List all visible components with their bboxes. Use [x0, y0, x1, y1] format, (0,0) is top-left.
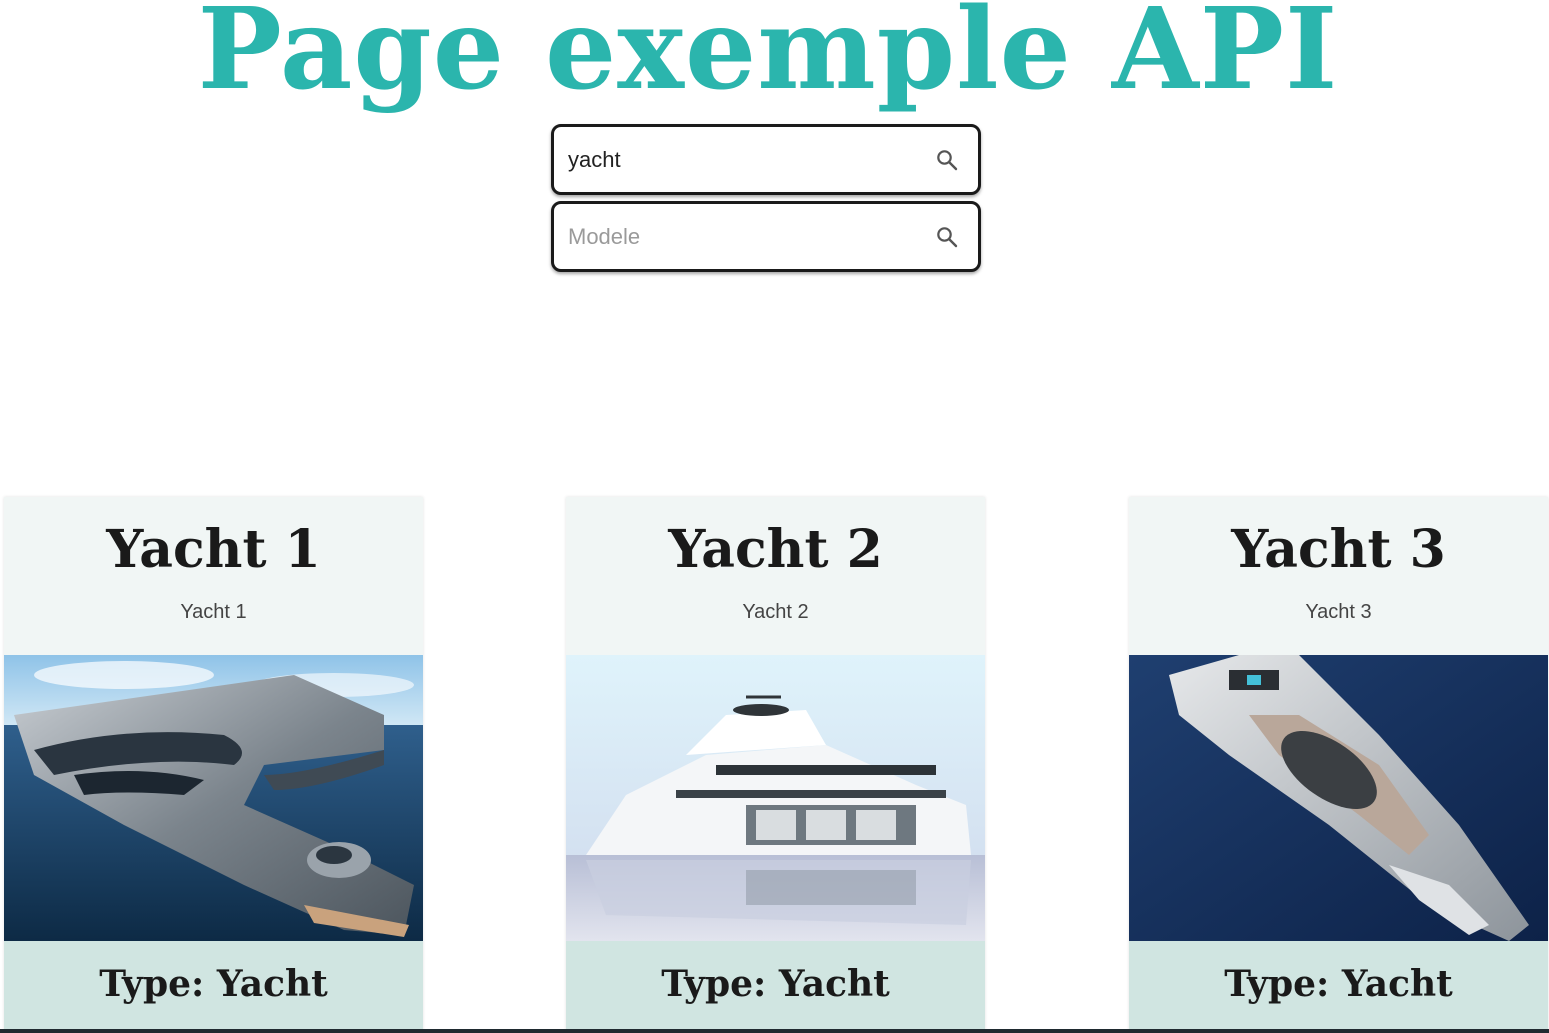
- card-footer: Type: Yacht: [4, 941, 423, 1033]
- search-box-primary: [551, 124, 981, 195]
- page-root: Page exemple API Yacht 1 Yacht 1: [0, 0, 1549, 1033]
- card-footer: Type: Yacht: [566, 941, 985, 1033]
- card-subtitle: Yacht 3: [1305, 601, 1372, 623]
- card-title: Yacht 2: [668, 519, 883, 580]
- card-title: Yacht 1: [106, 519, 321, 580]
- yacht-card[interactable]: Yacht 2 Yacht 2 Type: Yacht: [566, 497, 985, 1033]
- search-box-model: [551, 201, 981, 272]
- bottom-divider: [0, 1029, 1549, 1033]
- card-subtitle: Yacht 1: [180, 601, 247, 623]
- card-type-label: Type: Yacht: [99, 963, 328, 1005]
- yacht-image: [4, 655, 423, 941]
- model-search-input[interactable]: [566, 215, 934, 258]
- yacht-card[interactable]: Yacht 3 Yacht 3 Type: Yacht: [1129, 497, 1548, 1033]
- card-footer: Type: Yacht: [1129, 941, 1548, 1033]
- yacht-card[interactable]: Yacht 1 Yacht 1 Type: Yacht: [4, 497, 423, 1033]
- page-title: Page exemple API: [197, 0, 1339, 115]
- card-title: Yacht 3: [1231, 519, 1446, 580]
- yacht-image: [566, 655, 985, 941]
- search-icon[interactable]: [934, 147, 960, 173]
- search-icon[interactable]: [934, 224, 960, 250]
- yacht-image: [1129, 655, 1548, 941]
- card-type-label: Type: Yacht: [1224, 963, 1453, 1005]
- search-input[interactable]: [566, 138, 934, 181]
- card-subtitle: Yacht 2: [742, 601, 809, 623]
- card-type-label: Type: Yacht: [661, 963, 890, 1005]
